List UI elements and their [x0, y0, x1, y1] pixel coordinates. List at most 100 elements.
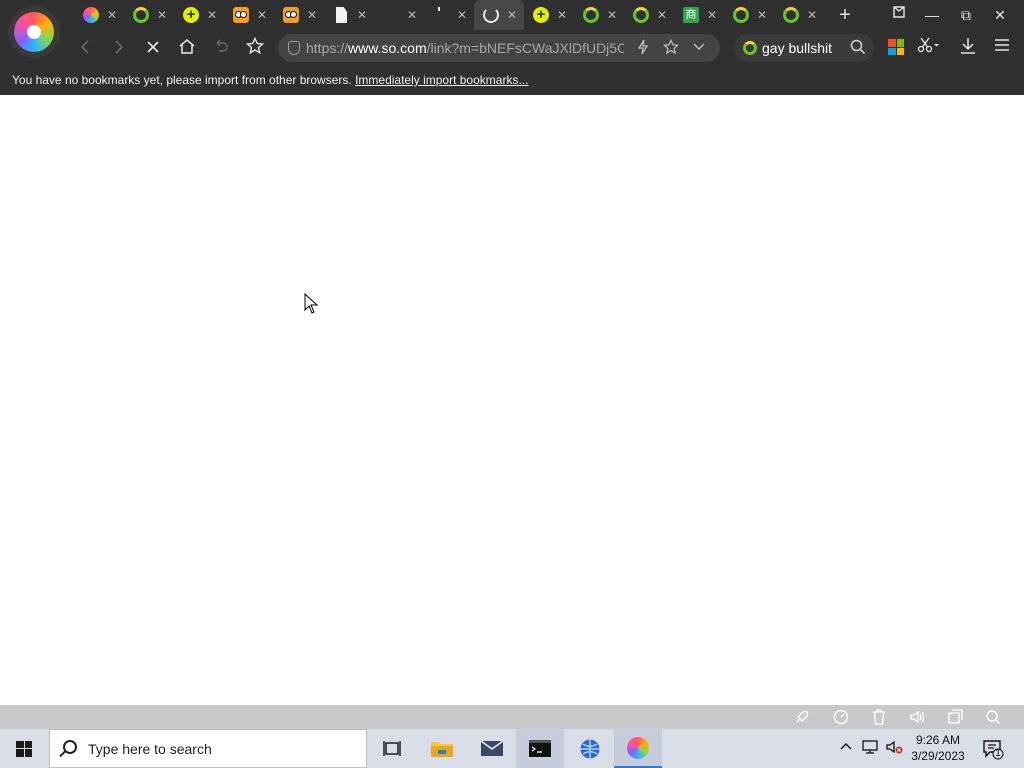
favorites-star-icon[interactable] [242, 36, 268, 59]
close-tab-icon[interactable]: ✕ [106, 7, 118, 23]
network-globe-icon[interactable] [566, 729, 614, 768]
close-window-button[interactable]: ✕ [985, 4, 1015, 26]
so-search-icon [783, 7, 799, 23]
face-icon [233, 7, 249, 23]
browser-tab[interactable]: + ✕ [524, 0, 574, 30]
blank-tab-icon [383, 7, 399, 23]
file-explorer-icon[interactable] [418, 729, 466, 768]
browser-360-taskbar-icon[interactable] [614, 729, 662, 768]
new-tab-button[interactable]: + [834, 4, 856, 26]
bookmark-star-icon[interactable] [662, 38, 680, 57]
tab-strip: ✕ ✕ + ✕ ✕ ✕ ✕ ✕ ✕ ✕ + ✕ ✕ ✕ 商 ✕ ✕ ✕ [74, 0, 824, 30]
network-icon[interactable] [862, 739, 878, 755]
browser-tab[interactable]: ✕ [624, 0, 674, 30]
document-icon [336, 7, 347, 23]
download-icon[interactable] [956, 37, 980, 59]
taskbar-search-box[interactable]: Type here to search [49, 729, 367, 768]
volume-muted-icon[interactable] [886, 739, 903, 755]
browser-tab[interactable]: ✕ [574, 0, 624, 30]
clock-date: 3/29/2023 [911, 749, 965, 763]
close-tab-icon[interactable]: ✕ [656, 7, 668, 23]
clock-time: 9:26 AM [915, 733, 961, 747]
accelerate-rocket-icon[interactable] [794, 709, 810, 725]
close-tab-icon[interactable]: ✕ [606, 7, 618, 23]
url-text[interactable]: https://www.so.com/link?m=bNEFsCWaJXlDfU… [306, 40, 624, 56]
close-tab-icon[interactable]: ✕ [406, 7, 418, 23]
window-restore-icon[interactable] [947, 709, 963, 725]
clock[interactable]: 9:26 AM 3/29/2023 [908, 732, 968, 764]
browser-chrome: ✕ ✕ + ✕ ✕ ✕ ✕ ✕ ✕ ✕ + ✕ ✕ ✕ 商 ✕ ✕ ✕ + — ⧉ ✕ https://www.s… [0, 0, 1024, 95]
site-security-icon[interactable] [288, 41, 300, 55]
mouse-cursor-icon [304, 292, 319, 320]
start-button[interactable] [0, 729, 48, 768]
browser-tab[interactable]: ✕ [474, 0, 524, 30]
notification-count: 1 [995, 748, 1001, 759]
close-tab-icon[interactable]: ✕ [306, 7, 318, 23]
notification-center-icon[interactable]: 1 [982, 738, 1004, 760]
loading-dot-icon [433, 7, 449, 23]
forward-button[interactable] [106, 37, 132, 59]
task-view-button[interactable] [368, 729, 416, 768]
minimize-button[interactable]: — [917, 4, 947, 26]
stop-loading-button[interactable] [140, 37, 166, 59]
so-search-icon [733, 7, 749, 23]
close-tab-icon[interactable]: ✕ [756, 7, 768, 23]
close-tab-icon[interactable]: ✕ [356, 7, 368, 23]
face-icon [283, 7, 299, 23]
restore-button[interactable]: ⧉ [951, 4, 981, 26]
sidebar-toggle-icon[interactable] [884, 4, 914, 26]
chevron-down-icon[interactable] [690, 39, 708, 57]
so-search-icon [743, 41, 757, 55]
zoom-search-icon[interactable] [985, 709, 1001, 725]
close-tab-icon[interactable]: ✕ [556, 7, 568, 23]
close-tab-icon[interactable]: ✕ [256, 7, 268, 23]
browser-logo-icon[interactable] [8, 6, 60, 58]
browser-tab[interactable]: ✕ [124, 0, 174, 30]
close-tab-icon[interactable]: ✕ [506, 7, 518, 23]
bookmark-message: You have no bookmarks yet, please import… [12, 73, 529, 87]
close-tab-icon[interactable]: ✕ [156, 7, 168, 23]
address-bar[interactable]: https://www.so.com/link?m=bNEFsCWaJXlDfU… [278, 34, 720, 62]
browser-tab[interactable]: ✕ [274, 0, 324, 30]
lightning-icon[interactable] [634, 39, 652, 57]
yellow-plus-icon: + [183, 7, 199, 23]
taskbar-search-placeholder[interactable]: Type here to search [88, 741, 212, 757]
browser-tab[interactable]: 商 ✕ [674, 0, 724, 30]
windows-logo-icon [16, 740, 32, 757]
search-icon[interactable] [850, 39, 868, 57]
clear-trash-icon[interactable] [871, 709, 887, 725]
home-button[interactable] [174, 37, 200, 59]
browser-tab[interactable]: ✕ [724, 0, 774, 30]
page-content[interactable] [0, 95, 1024, 705]
undo-close-tab-button[interactable] [208, 37, 234, 59]
browser-tab[interactable]: + ✕ [174, 0, 224, 30]
chevron-up-icon[interactable] [838, 739, 854, 755]
apps-grid-icon[interactable] [888, 39, 904, 55]
terminal-icon[interactable] [516, 729, 564, 768]
color-logo-icon [83, 7, 99, 23]
close-tab-icon[interactable]: ✕ [206, 7, 218, 23]
import-bookmarks-link[interactable]: Immediately import bookmarks... [355, 73, 528, 87]
close-tab-icon[interactable]: ✕ [456, 7, 468, 23]
screenshot-scissors-icon[interactable] [916, 37, 940, 59]
search-box[interactable]: gay bullshit [734, 34, 874, 62]
speed-gauge-icon[interactable] [833, 709, 849, 725]
browser-tab[interactable]: ✕ [424, 0, 474, 30]
menu-icon[interactable] [990, 37, 1014, 59]
search-icon [63, 740, 77, 754]
search-query-text[interactable]: gay bullshit [762, 40, 832, 56]
so-search-icon [583, 7, 599, 23]
browser-tab[interactable]: ✕ [324, 0, 374, 30]
bookmark-bar: You have no bookmarks yet, please import… [0, 68, 1024, 95]
mail-icon[interactable] [468, 729, 516, 768]
green-shop-icon: 商 [683, 7, 699, 23]
close-tab-icon[interactable]: ✕ [806, 7, 818, 23]
browser-tab[interactable]: ✕ [224, 0, 274, 30]
back-button[interactable] [72, 37, 98, 59]
sound-icon[interactable] [909, 709, 925, 725]
so-search-icon [133, 7, 149, 23]
browser-tab[interactable]: ✕ [774, 0, 824, 30]
browser-tab[interactable]: ✕ [374, 0, 424, 30]
close-tab-icon[interactable]: ✕ [706, 7, 718, 23]
browser-tab[interactable]: ✕ [74, 0, 124, 30]
